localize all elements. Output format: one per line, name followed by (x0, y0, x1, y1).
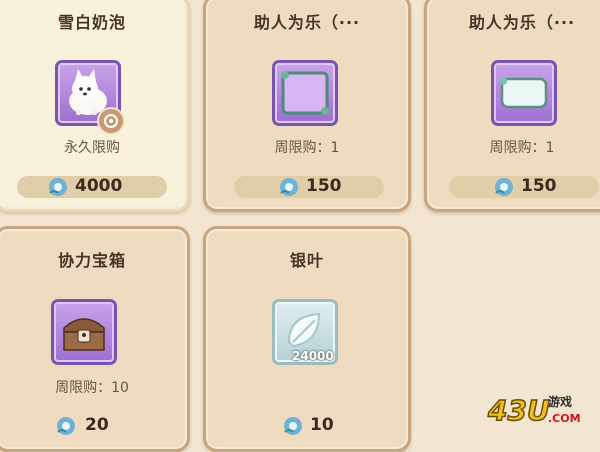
item-price: 150 (521, 176, 557, 196)
blue-flower-gem-icon (284, 417, 302, 435)
purchase-limit: 周限购：10 (55, 380, 129, 396)
item-icon-frame (272, 60, 338, 126)
item-name: 雪白奶泡 (57, 13, 126, 32)
logo-text: 游戏 (548, 395, 573, 409)
item-price: 10 (310, 415, 334, 435)
item-price: 150 (306, 176, 342, 196)
blue-flower-gem-icon (495, 178, 513, 196)
logo-number: 43U (487, 393, 550, 428)
item-name: 助人为乐（··· (468, 13, 576, 32)
item-name: 协力宝箱 (57, 251, 126, 270)
site-logo: 43U 游戏 .COM (487, 391, 592, 428)
shop-item-card[interactable]: 助人为乐（··· 周限购：1 150 (424, 0, 600, 212)
item-price: 20 (85, 415, 109, 435)
blue-flower-gem-icon (280, 178, 298, 196)
shop-item-card[interactable]: 协力宝箱 周限购：10 20 (0, 226, 190, 452)
purchase-limit: 永久限购 (64, 140, 120, 156)
appearance-badge-icon (97, 107, 125, 135)
shop-item-card[interactable]: 助人为乐（··· 周限购：1 150 (203, 0, 411, 212)
purchase-limit: 周限购：1 (274, 140, 340, 156)
blue-flower-gem-icon (49, 178, 67, 196)
logo-domain: .COM (548, 412, 581, 425)
item-icon-frame (51, 299, 117, 365)
shop-item-card[interactable]: 银叶 24000 10 (203, 226, 411, 452)
item-icon-frame (491, 60, 557, 126)
item-quantity: 24000 (292, 349, 334, 363)
item-price: 4000 (75, 176, 123, 196)
purchase-limit: 周限购：1 (489, 140, 555, 156)
item-name: 助人为乐（··· (253, 13, 361, 32)
purple-frame-icon (281, 71, 329, 115)
treasure-chest-icon (63, 318, 105, 351)
bubble-frame-icon (499, 77, 548, 109)
blue-flower-gem-icon (57, 417, 75, 435)
item-name: 银叶 (289, 251, 324, 270)
shop-item-card[interactable]: 雪白奶泡 永久限购 4000 (0, 0, 190, 212)
